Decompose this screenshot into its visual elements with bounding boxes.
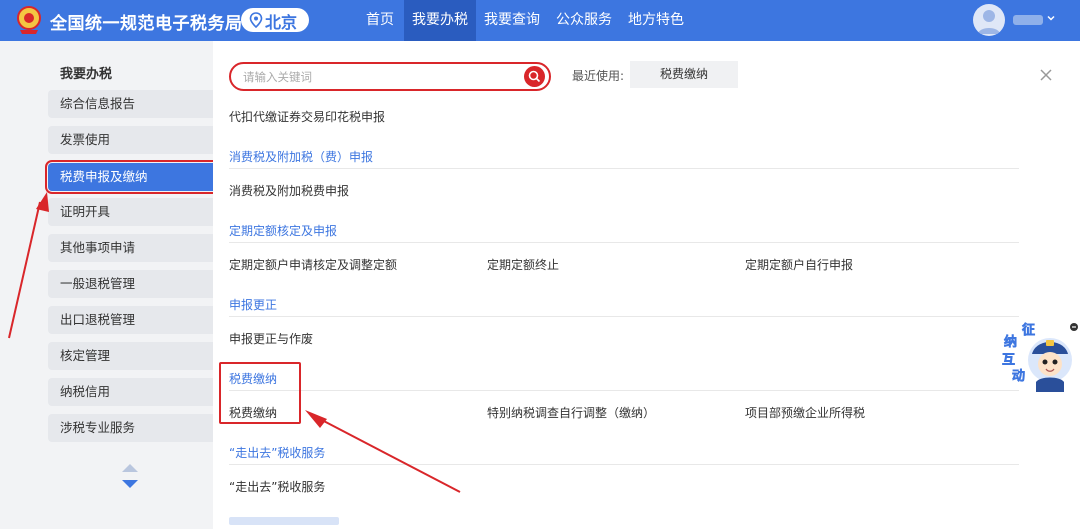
sidebar: 我要办税 综合信息报告 发票使用 税费申报及缴纳 证明开具 其他事项申请 一般退… <box>0 41 216 529</box>
location-text: 北京 <box>265 13 298 32</box>
service-link-fixed-quota-adjust[interactable]: 定期定额户申请核定及调整定额 <box>229 256 397 273</box>
service-link-consumption-tax[interactable]: 消费税及附加税费申报 <box>229 182 349 199</box>
location-pin-icon <box>249 12 263 28</box>
section-title-consumption-tax: 消费税及附加税（费）申报 <box>229 150 374 164</box>
main-panel: 最近使用: 税费缴纳 代扣代缴证券交易印花税申报 消费税及附加税（费）申报 消费… <box>213 41 1080 529</box>
sidebar-item-info-report[interactable]: 综合信息报告 <box>48 90 213 118</box>
user-avatar[interactable] <box>973 4 1005 36</box>
recent-item-chip[interactable]: 税费缴纳 <box>630 61 738 88</box>
service-link-fixed-quota-self-declare[interactable]: 定期定额户自行申报 <box>745 256 853 273</box>
search-button[interactable] <box>524 66 545 87</box>
user-name-blurred[interactable] <box>1013 15 1043 25</box>
recent-label: 最近使用: <box>572 69 625 83</box>
mascot-char-2: 互 <box>1002 353 1015 368</box>
sidebar-item-export-refund[interactable]: 出口退税管理 <box>48 306 213 334</box>
service-link-stamp-tax[interactable]: 代扣代缴证券交易印花税申报 <box>229 108 385 125</box>
nav-home[interactable]: 首页 <box>356 0 404 41</box>
sidebar-title: 我要办税 <box>60 67 113 82</box>
sidebar-item-refund[interactable]: 一般退税管理 <box>48 270 213 298</box>
search-icon <box>528 70 541 83</box>
mascot-char-0: 征 <box>1022 322 1035 338</box>
section-title-going-global: “走出去”税收服务 <box>229 446 326 460</box>
sidebar-item-assessment[interactable]: 核定管理 <box>48 342 213 370</box>
tax-emblem-icon <box>17 6 41 34</box>
chevron-down-icon[interactable] <box>1046 13 1056 23</box>
nav-public-service[interactable]: 公众服务 <box>548 0 620 41</box>
service-link-going-global[interactable]: “走出去”税收服务 <box>229 478 325 495</box>
mascot-char-3: 动 <box>1012 369 1025 384</box>
section-title-correction: 申报更正 <box>229 298 278 312</box>
next-section-title-cropped <box>229 517 339 525</box>
user-icon <box>978 10 1000 34</box>
service-link-project-prepay[interactable]: 项目部预缴企业所得税 <box>745 404 865 421</box>
close-icon[interactable] <box>1039 68 1053 82</box>
location-selector[interactable]: 北京 <box>241 8 309 32</box>
section-title-fixed-quota: 定期定额核定及申报 <box>229 224 338 238</box>
nav-query[interactable]: 我要查询 <box>476 0 548 41</box>
search-box <box>229 62 551 91</box>
nav-local-feature[interactable]: 地方特色 <box>620 0 692 41</box>
mascot-icon: 征 纳 互 动 <box>1002 322 1078 392</box>
section-divider <box>229 464 1019 465</box>
mascot-assistant[interactable]: 征 纳 互 动 <box>1000 322 1080 394</box>
app-window: 全国统一规范电子税务局 北京 首页 我要办税 我要查询 公众服务 地方特色 我要… <box>0 0 1080 529</box>
sidebar-item-professional-service[interactable]: 涉税专业服务 <box>48 414 213 442</box>
sidebar-item-certificate[interactable]: 证明开具 <box>48 198 213 226</box>
sidebar-item-invoice[interactable]: 发票使用 <box>48 126 213 154</box>
search-input[interactable] <box>243 68 513 86</box>
section-divider <box>229 242 1019 243</box>
mascot-char-1: 纳 <box>1004 334 1017 350</box>
sidebar-item-other-request[interactable]: 其他事项申请 <box>48 234 213 262</box>
nav-do-tax[interactable]: 我要办税 <box>404 0 476 41</box>
sidebar-item-tax-credit[interactable]: 纳税信用 <box>48 378 213 406</box>
sidebar-item-tax-declare-pay[interactable]: 税费申报及缴纳 <box>45 160 216 194</box>
service-link-correction-void[interactable]: 申报更正与作废 <box>229 330 313 347</box>
highlight-box <box>219 362 301 424</box>
service-link-special-adjustment[interactable]: 特别纳税调查自行调整（缴纳） <box>487 404 655 421</box>
scroll-arrows-icon[interactable] <box>121 463 139 489</box>
site-title: 全国统一规范电子税务局 <box>50 14 243 34</box>
section-divider <box>229 168 1019 169</box>
section-divider <box>229 316 1019 317</box>
top-header: 全国统一规范电子税务局 北京 首页 我要办税 我要查询 公众服务 地方特色 <box>0 0 1080 41</box>
service-link-fixed-quota-terminate[interactable]: 定期定额终止 <box>487 256 559 273</box>
section-divider <box>229 390 1019 391</box>
